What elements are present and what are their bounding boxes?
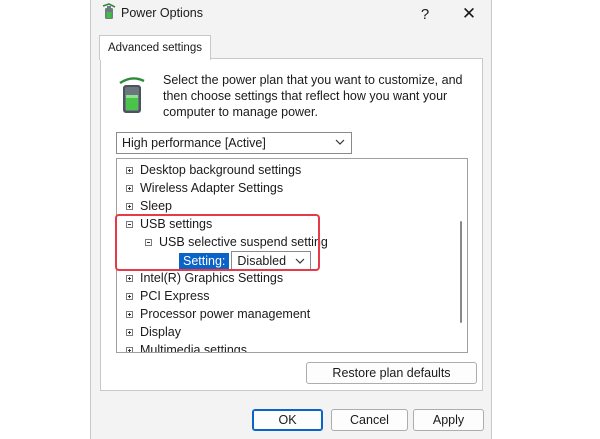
tree-item-label: Sleep [140,199,172,213]
battery-power-icon [119,77,145,113]
expand-plus-icon[interactable] [126,346,133,352]
power-plan-select[interactable]: High performance [Active] [116,132,352,154]
collapse-minus-icon[interactable] [145,238,152,246]
expand-plus-icon[interactable] [126,184,133,192]
apply-button[interactable]: Apply [413,409,484,431]
expand-plus-icon[interactable] [126,274,133,282]
tree-item-label: Multimedia settings [140,343,247,352]
power-options-window: Power Options ? ✕ Advanced settings Sele… [90,0,492,439]
chevron-down-icon [295,258,305,264]
cancel-button[interactable]: Cancel [331,409,408,431]
expand-plus-icon[interactable] [126,328,133,336]
tree-item-usb-selective-suspend[interactable]: USB selective suspend setting [145,233,328,251]
expand-plus-icon[interactable] [126,292,133,300]
close-button[interactable]: ✕ [447,0,491,28]
tab-advanced-settings[interactable]: Advanced settings [99,35,211,60]
tree-item-sleep[interactable]: Sleep [126,197,172,215]
tree-item-label: Desktop background settings [140,163,302,177]
window-title: Power Options [121,6,203,20]
tree-item-multimedia[interactable]: Multimedia settings [126,341,247,352]
tree-item-label: Processor power management [140,307,311,321]
title-bar[interactable]: Power Options ? ✕ [91,0,491,28]
settings-tree[interactable]: Desktop background settings Wireless Ada… [116,158,468,353]
scrollbar-thumb[interactable] [460,221,462,323]
tree-item-label: Intel(R) Graphics Settings [140,271,284,285]
ok-button[interactable]: OK [252,409,323,431]
tree-item-label: USB selective suspend setting [159,235,328,249]
tree-item-pci-express[interactable]: PCI Express [126,287,209,305]
power-plan-value: High performance [Active] [122,136,266,150]
background-left [0,0,90,439]
background-right [510,0,600,439]
tree-item-processor-power[interactable]: Processor power management [126,305,310,323]
chevron-down-icon [335,139,345,145]
expand-plus-icon[interactable] [126,310,133,318]
collapse-minus-icon[interactable] [126,220,133,228]
advanced-settings-panel: Select the power plan that you want to c… [100,58,483,391]
expand-plus-icon[interactable] [126,166,133,174]
tree-scrollbar[interactable] [455,159,467,352]
help-button[interactable]: ? [403,0,447,28]
setting-value: Disabled [237,254,287,268]
tree-item-wireless-adapter[interactable]: Wireless Adapter Settings [126,179,283,197]
description-text: Select the power plan that you want to c… [163,73,463,119]
setting-label: Setting: [179,252,230,270]
setting-value-select[interactable]: Disabled [231,251,312,271]
power-options-app-icon [102,3,116,19]
tree-item-intel-graphics[interactable]: Intel(R) Graphics Settings [126,269,283,287]
restore-plan-defaults-button[interactable]: Restore plan defaults [306,362,477,384]
tree-item-label: Wireless Adapter Settings [140,181,284,195]
tree-item-display[interactable]: Display [126,323,181,341]
tree-item-label: PCI Express [140,289,210,303]
tree-item-label: Display [140,325,181,339]
setting-row: Setting: Disabled [179,251,312,271]
tree-item-usb-settings[interactable]: USB settings [126,215,212,233]
tree-item-label: USB settings [140,217,213,231]
settings-tree-content: Desktop background settings Wireless Ada… [117,159,455,352]
expand-plus-icon[interactable] [126,202,133,210]
tree-item-desktop-background[interactable]: Desktop background settings [126,161,301,179]
